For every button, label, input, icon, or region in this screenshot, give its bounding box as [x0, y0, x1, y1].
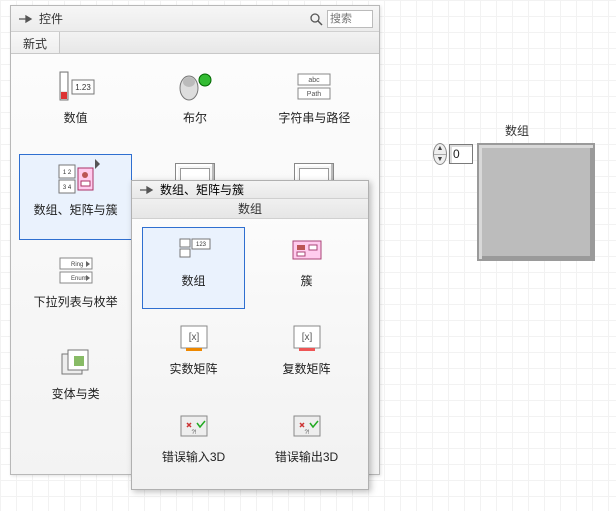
svg-text:[x]: [x] [301, 332, 312, 343]
svg-text:Ring: Ring [71, 262, 83, 268]
subpalette-item-cluster[interactable]: 簇 [255, 227, 358, 309]
array-control[interactable]: 数组 ▲ ▼ 0 [433, 122, 601, 261]
subpalette-item-real-matrix[interactable]: [x] 实数矩阵 [142, 315, 245, 397]
svg-text:[x]: [x] [188, 332, 199, 343]
svg-text:123: 123 [195, 242, 206, 248]
palette-item-array-cluster[interactable]: 1 2 3 4 数组、矩阵与簇 [19, 154, 132, 240]
stepper-down[interactable]: ▼ [434, 155, 446, 165]
boolean-icon [173, 69, 217, 105]
palette-item-variant[interactable]: 变体与类 [19, 338, 132, 424]
index-stepper[interactable]: ▲ ▼ [433, 143, 447, 165]
svg-text:abc: abc [309, 77, 321, 84]
subpalette-item-label: 错误输出3D [275, 450, 338, 464]
palette-item-label: 变体与类 [52, 387, 100, 401]
svg-text:1 2: 1 2 [62, 170, 71, 176]
svg-text:?!: ?! [304, 430, 309, 436]
array-element-container[interactable] [477, 143, 595, 261]
palette-item-string-path[interactable]: abc Path 字符串与路径 [258, 62, 371, 148]
array-icon: 123 [172, 232, 216, 268]
complex-matrix-icon: [x] [285, 320, 329, 356]
subpalette-item-label: 实数矩阵 [169, 362, 217, 376]
variant-icon [54, 345, 98, 381]
svg-text:?!: ?! [191, 430, 196, 436]
palette-item-label: 数组、矩阵与簇 [34, 203, 118, 217]
subpalette-item-error-out[interactable]: ?! 错误输出3D [255, 403, 358, 485]
subpalette-header: 数组、矩阵与簇 [132, 181, 368, 199]
palette-item-enum[interactable]: Ring Enum 下拉列表与枚举 [19, 246, 132, 332]
palette-tabs: 新式 [11, 32, 379, 54]
subpalette-item-array[interactable]: 123 数组 [142, 227, 245, 309]
palette-title: 控件 [39, 10, 63, 27]
svg-text:Path: Path [307, 91, 322, 98]
search-input[interactable] [327, 10, 373, 28]
palette-item-label: 布尔 [183, 111, 207, 125]
stepper-up[interactable]: ▲ [434, 144, 446, 155]
array-cluster-icon: 1 2 3 4 [54, 161, 98, 197]
subpalette-item-label: 簇 [300, 274, 312, 288]
tab-modern[interactable]: 新式 [11, 32, 60, 53]
sub-arrow-icon [95, 159, 100, 169]
svg-text:3 4: 3 4 [62, 185, 71, 191]
search-icon[interactable] [309, 12, 323, 26]
real-matrix-icon: [x] [172, 320, 216, 356]
numeric-icon: 1.23 [54, 69, 98, 105]
subpalette-item-label: 数组 [181, 274, 205, 288]
subpalette-item-complex-matrix[interactable]: [x] 复数矩阵 [255, 315, 358, 397]
string-path-icon: abc Path [292, 69, 336, 105]
enum-icon: Ring Enum [54, 253, 98, 289]
subpalette-title: 数组、矩阵与簇 [160, 181, 244, 198]
svg-text:Enum: Enum [71, 276, 87, 282]
index-value[interactable]: 0 [449, 144, 473, 164]
svg-text:1.23: 1.23 [75, 83, 91, 92]
pin-icon[interactable] [17, 13, 33, 25]
subpalette-item-error-in[interactable]: ?! 错误输入3D [142, 403, 245, 485]
palette-header: 控件 [11, 6, 379, 32]
palette-item-label: 数值 [64, 111, 88, 125]
error-in-icon: ?! [172, 408, 216, 444]
palette-item-label: 字符串与路径 [278, 111, 350, 125]
subpalette-item-label: 错误输入3D [162, 450, 225, 464]
pin-icon[interactable] [138, 184, 154, 196]
palette-item-label: 下拉列表与枚举 [34, 295, 118, 309]
palette-item-boolean[interactable]: 布尔 [138, 62, 251, 148]
error-out-icon: ?! [285, 408, 329, 444]
cluster-icon [285, 232, 329, 268]
subpalette-array-cluster: 数组、矩阵与簇 数组 123数组簇[x]实数矩阵[x]复数矩阵?!错误输入3D?… [131, 180, 369, 490]
array-control-label: 数组 [433, 122, 601, 139]
subpalette-item-label: 复数矩阵 [282, 362, 330, 376]
palette-item-numeric[interactable]: 1.23 数值 [19, 62, 132, 148]
subpalette-subtitle: 数组 [132, 199, 368, 219]
